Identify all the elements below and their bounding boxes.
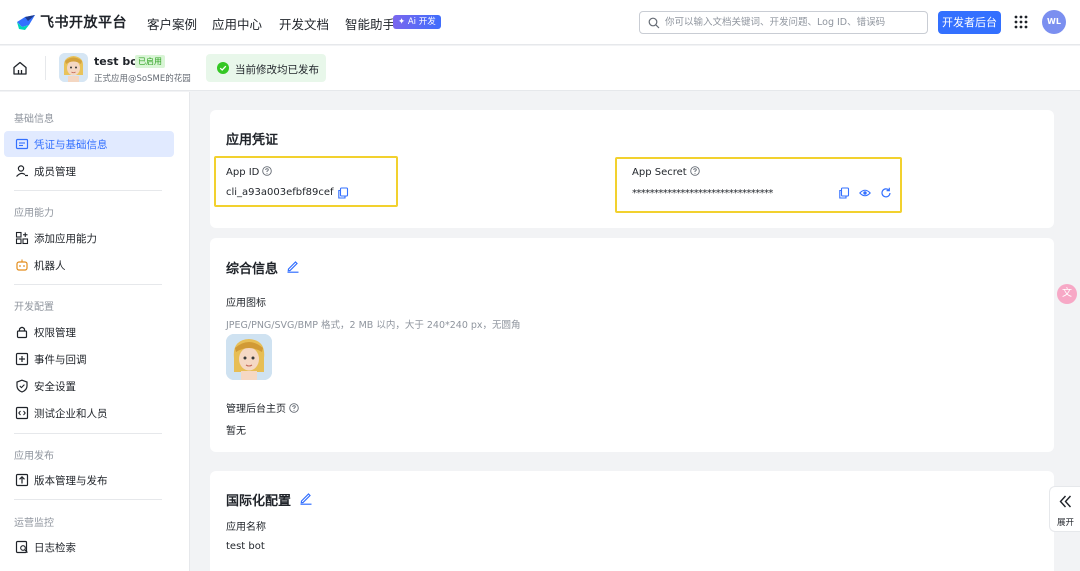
sidebar-item-versions[interactable]: 版本管理与发布 xyxy=(4,467,174,493)
sidebar-item-label: 事件与回调 xyxy=(34,354,87,366)
sidebar-item-label: 日志检索 xyxy=(34,542,76,554)
app-secret-label-text: App Secret xyxy=(632,167,687,178)
app-name-label: 应用名称 xyxy=(226,522,266,533)
sidebar-item-log-search[interactable]: 日志检索 xyxy=(4,534,174,560)
ai-dev-badge: ✦ Ai 开发 xyxy=(393,15,441,29)
event-icon xyxy=(15,352,29,366)
homepage-label-text: 管理后台主页 xyxy=(226,404,286,415)
app-grid-icon[interactable] xyxy=(1013,14,1029,30)
app-icon-image[interactable] xyxy=(226,334,272,380)
sidebar-item-members[interactable]: 成员管理 xyxy=(4,158,174,184)
add-capability-icon xyxy=(15,231,29,245)
homepage-label: 管理后台主页 xyxy=(226,400,299,415)
robot-icon xyxy=(16,259,28,271)
credentials-card: 应用凭证 App ID cli_a93a003efbf89cef App Sec… xyxy=(210,110,1054,228)
search-icon xyxy=(648,17,660,29)
help-icon[interactable] xyxy=(689,166,700,176)
sidebar-item-label: 机器人 xyxy=(34,260,66,272)
expand-label: 展开 xyxy=(1057,518,1075,528)
general-info-title: 综合信息 xyxy=(226,262,279,277)
code-icon xyxy=(15,406,29,420)
app-icon-hint: JPEG/PNG/SVG/BMP 格式，2 MB 以内，大于 240*240 p… xyxy=(226,320,521,331)
feishu-logo-icon[interactable] xyxy=(16,13,36,31)
sidebar-section-capabilities: 应用能力 xyxy=(14,208,54,219)
app-id-label-text: App ID xyxy=(226,167,260,178)
expand-panel-button[interactable]: 展开 xyxy=(1049,486,1080,532)
translate-button[interactable]: 文 xyxy=(1057,284,1077,304)
sidebar-item-events[interactable]: 事件与回调 xyxy=(4,346,174,372)
refresh-icon[interactable] xyxy=(880,187,892,199)
user-avatar[interactable]: WL xyxy=(1042,10,1066,34)
header-divider xyxy=(45,56,46,80)
sidebar-item-add-capability[interactable]: 添加应用能力 xyxy=(4,225,174,251)
member-icon xyxy=(16,165,28,177)
lock-icon xyxy=(16,326,28,339)
i18n-title: 国际化配置 xyxy=(226,494,292,509)
app-status-tag: 已启用 xyxy=(135,55,165,68)
developer-console-button[interactable]: 开发者后台 xyxy=(938,11,1001,34)
i18n-card: 国际化配置 应用名称 test bot xyxy=(210,471,1054,571)
credential-icon xyxy=(15,138,29,150)
app-id-label: App ID xyxy=(226,166,273,178)
double-chevron-left-icon xyxy=(1059,495,1072,508)
app-secret-label: App Secret xyxy=(632,166,700,178)
app-id-value: cli_a93a003efbf89cef xyxy=(226,187,334,198)
help-icon[interactable] xyxy=(262,166,273,176)
app-avatar xyxy=(59,53,88,82)
bot-portrait-icon xyxy=(59,53,88,82)
bot-portrait-icon xyxy=(226,334,272,380)
app-header: test bot 已启用 正式应用@SoSME的花园 当前修改均已发布 xyxy=(0,46,1080,91)
sidebar-item-label: 成员管理 xyxy=(34,166,76,178)
app-id-highlight xyxy=(214,156,398,207)
edit-icon[interactable] xyxy=(299,491,313,505)
nav-link-dev-docs[interactable]: 开发文档 xyxy=(279,14,329,33)
copy-icon[interactable] xyxy=(337,187,349,199)
sidebar-item-label: 测试企业和人员 xyxy=(34,408,108,420)
sidebar: 基础信息 凭证与基础信息 成员管理 应用能力 添加应用能力 机器人 开发配置 权… xyxy=(0,92,190,571)
brand-name[interactable]: 飞书开放平台 xyxy=(40,12,127,32)
sidebar-item-label: 权限管理 xyxy=(34,327,76,339)
sidebar-item-test-tenants[interactable]: 测试企业和人员 xyxy=(4,400,174,426)
sidebar-section-release: 应用发布 xyxy=(14,451,54,462)
copy-icon[interactable] xyxy=(838,187,850,199)
nav-link-smart-assistant[interactable]: 智能助手 xyxy=(345,14,395,33)
search-box[interactable] xyxy=(639,11,928,34)
shield-icon xyxy=(16,379,28,393)
sidebar-item-label: 安全设置 xyxy=(34,381,76,393)
sidebar-item-permissions[interactable]: 权限管理 xyxy=(4,319,174,345)
publish-status-text: 当前修改均已发布 xyxy=(235,64,319,76)
homepage-value: 暂无 xyxy=(226,426,246,437)
sidebar-divider xyxy=(14,190,162,191)
upload-icon xyxy=(15,473,29,487)
credentials-title: 应用凭证 xyxy=(226,133,279,148)
nav-link-customer-cases[interactable]: 客户案例 xyxy=(147,14,197,33)
sidebar-item-label: 版本管理与发布 xyxy=(34,475,108,487)
check-circle-icon xyxy=(217,62,229,74)
sidebar-divider xyxy=(14,433,162,434)
search-input[interactable] xyxy=(665,12,923,33)
sidebar-item-robot[interactable]: 机器人 xyxy=(4,252,174,278)
publish-status-banner: 当前修改均已发布 xyxy=(206,54,326,82)
sidebar-item-security[interactable]: 安全设置 xyxy=(4,373,174,399)
edit-icon[interactable] xyxy=(286,259,300,273)
sidebar-divider xyxy=(14,499,162,500)
eye-icon[interactable] xyxy=(859,187,871,199)
sidebar-section-basic-info: 基础信息 xyxy=(14,114,54,125)
home-icon[interactable] xyxy=(12,60,28,76)
app-subtitle: 正式应用@SoSME的花园 xyxy=(94,74,191,84)
sidebar-item-label: 添加应用能力 xyxy=(34,233,97,245)
help-icon[interactable] xyxy=(289,403,299,413)
log-search-icon xyxy=(15,540,28,554)
app-secret-value: ******************************** xyxy=(632,188,773,199)
sidebar-item-credentials[interactable]: 凭证与基础信息 xyxy=(4,131,174,157)
nav-link-app-center[interactable]: 应用中心 xyxy=(212,14,262,33)
sidebar-item-label: 凭证与基础信息 xyxy=(34,139,108,151)
general-info-card: 综合信息 应用图标 JPEG/PNG/SVG/BMP 格式，2 MB 以内，大于… xyxy=(210,238,1054,452)
top-nav: 飞书开放平台 客户案例 应用中心 开发文档 智能助手 ✦ Ai 开发 开发者后台… xyxy=(0,0,1080,45)
app-icon-label: 应用图标 xyxy=(226,298,266,309)
app-name-value: test bot xyxy=(226,541,265,552)
sidebar-divider xyxy=(14,284,162,285)
sidebar-section-dev-config: 开发配置 xyxy=(14,302,54,313)
sidebar-section-monitoring: 运营监控 xyxy=(14,518,54,529)
